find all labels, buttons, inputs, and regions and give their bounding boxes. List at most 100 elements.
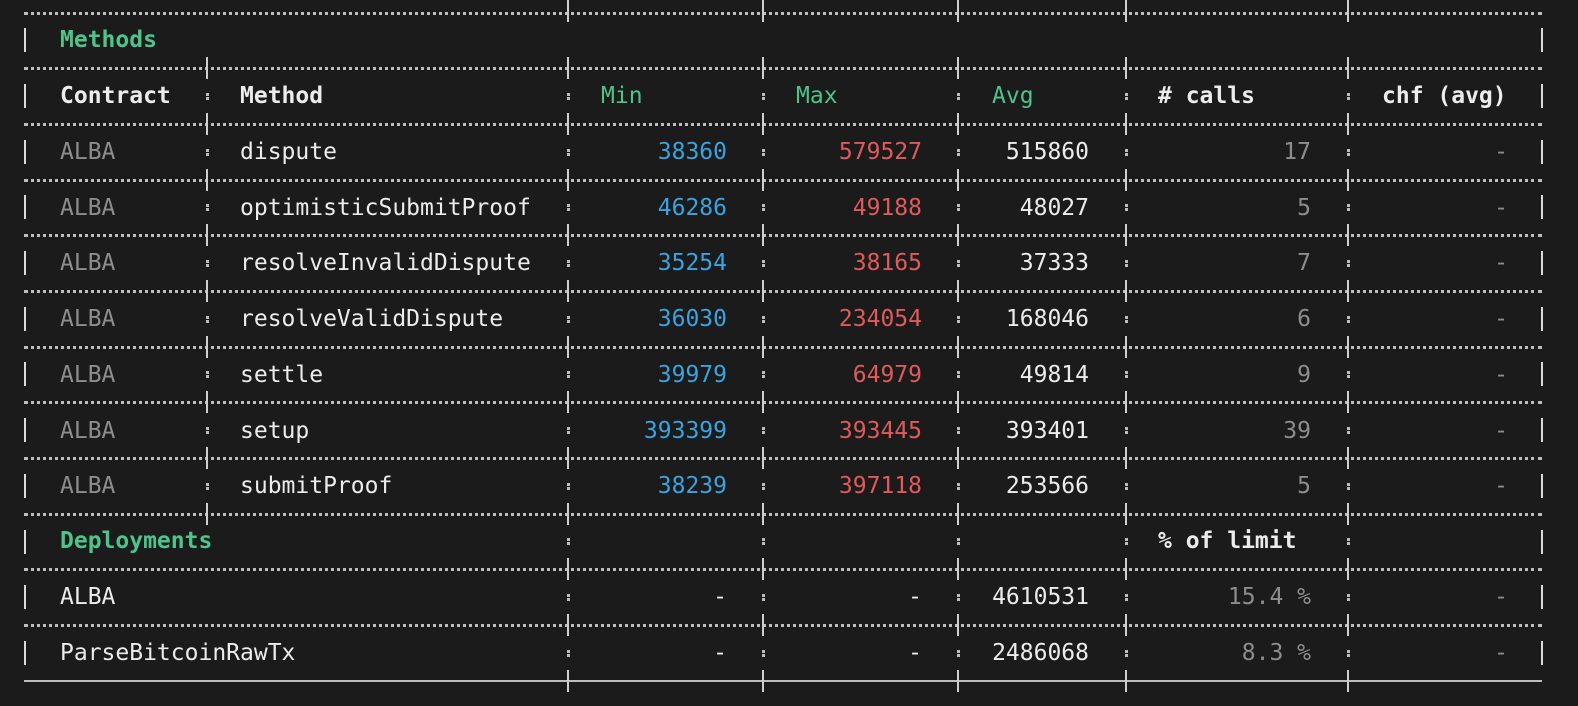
column-dot — [957, 650, 960, 654]
column-dot — [1125, 204, 1128, 208]
column-divider — [762, 336, 764, 358]
right-border — [1541, 362, 1543, 386]
right-border — [1541, 585, 1543, 609]
column-dot — [567, 594, 570, 598]
row-separator — [24, 457, 1542, 460]
cell-contract: ALBA — [60, 195, 116, 221]
column-dot — [567, 650, 570, 654]
column-divider — [206, 113, 208, 135]
column-divider — [567, 391, 569, 413]
column-divider — [957, 57, 959, 79]
column-divider — [762, 614, 764, 636]
cell-contract: ALBA — [60, 306, 116, 332]
right-border — [1541, 530, 1543, 554]
column-divider — [567, 113, 569, 135]
row-separator — [24, 123, 1542, 126]
cell-min: 38239 — [657, 473, 727, 499]
column-divider — [1347, 336, 1349, 358]
row-separator — [24, 401, 1542, 404]
right-border — [1541, 140, 1543, 164]
column-divider — [762, 447, 764, 469]
column-divider — [762, 0, 764, 22]
column-divider — [206, 224, 208, 246]
cell-chf: - — [1494, 640, 1508, 666]
left-border — [24, 362, 26, 386]
column-divider — [957, 280, 959, 302]
column-divider — [762, 558, 764, 580]
column-dot — [1125, 260, 1128, 264]
right-border — [1541, 251, 1543, 275]
column-dot — [567, 316, 570, 320]
column-divider — [206, 280, 208, 302]
column-divider — [567, 503, 569, 525]
cell-percent-of-limit: 8.3 % — [1241, 640, 1311, 666]
cell-contract: ALBA — [60, 139, 116, 165]
column-divider — [1125, 391, 1127, 413]
column-divider — [957, 391, 959, 413]
column-divider — [1347, 503, 1349, 525]
left-border — [24, 307, 26, 331]
cell-max: 579527 — [838, 139, 922, 165]
right-border — [1541, 28, 1543, 52]
column-divider — [206, 447, 208, 469]
cell-method: setup — [240, 418, 310, 444]
cell-avg: 168046 — [1005, 306, 1089, 332]
column-divider — [206, 336, 208, 358]
cell-chf: - — [1494, 250, 1508, 276]
column-dot — [1125, 650, 1128, 654]
column-divider — [957, 614, 959, 636]
column-divider — [1347, 391, 1349, 413]
cell-avg: 37333 — [1019, 250, 1089, 276]
cell-min: - — [713, 584, 727, 610]
column-dot — [957, 149, 960, 153]
column-dot — [1125, 483, 1128, 487]
column-dot — [1347, 371, 1350, 375]
row-separator — [24, 513, 1542, 516]
column-divider — [1347, 0, 1349, 22]
cell-max: 64979 — [852, 362, 922, 388]
column-divider — [762, 280, 764, 302]
column-dot — [762, 594, 765, 598]
column-dot — [1125, 316, 1128, 320]
cell-deployment-name: ParseBitcoinRawTx — [60, 640, 296, 666]
column-dot — [957, 260, 960, 264]
right-border — [1541, 84, 1543, 108]
column-divider — [206, 169, 208, 191]
column-dot — [762, 260, 765, 264]
column-dot — [567, 538, 570, 542]
column-dot — [957, 93, 960, 97]
column-divider — [206, 57, 208, 79]
column-divider — [762, 224, 764, 246]
column-dot — [1125, 371, 1128, 375]
cell-percent-of-limit: 15.4 % — [1227, 584, 1311, 610]
column-dot — [206, 149, 209, 153]
column-dot — [1347, 260, 1350, 264]
left-border — [24, 474, 26, 498]
row-separator — [24, 179, 1542, 182]
cell-calls: 7 — [1297, 250, 1311, 276]
column-dot — [1347, 483, 1350, 487]
cell-calls: 6 — [1297, 306, 1311, 332]
column-dot — [206, 483, 209, 487]
top-rule — [24, 12, 1542, 15]
bottom-rule — [24, 680, 1542, 682]
column-dot — [1347, 149, 1350, 153]
deployments-section-title: Deployments — [60, 528, 213, 554]
column-dot — [206, 427, 209, 431]
column-dot — [1125, 427, 1128, 431]
cell-max: 234054 — [838, 306, 922, 332]
cell-contract: ALBA — [60, 250, 116, 276]
cell-contract: ALBA — [60, 473, 116, 499]
column-divider — [762, 57, 764, 79]
column-dot — [957, 483, 960, 487]
column-dot — [567, 93, 570, 97]
column-dot — [957, 204, 960, 208]
column-divider — [1125, 558, 1127, 580]
column-divider — [567, 558, 569, 580]
column-dot — [957, 371, 960, 375]
left-border — [24, 641, 26, 665]
column-divider — [1347, 280, 1349, 302]
column-dot — [957, 538, 960, 542]
header-chf-avg: chf (avg) — [1382, 83, 1507, 109]
cell-min: - — [713, 640, 727, 666]
